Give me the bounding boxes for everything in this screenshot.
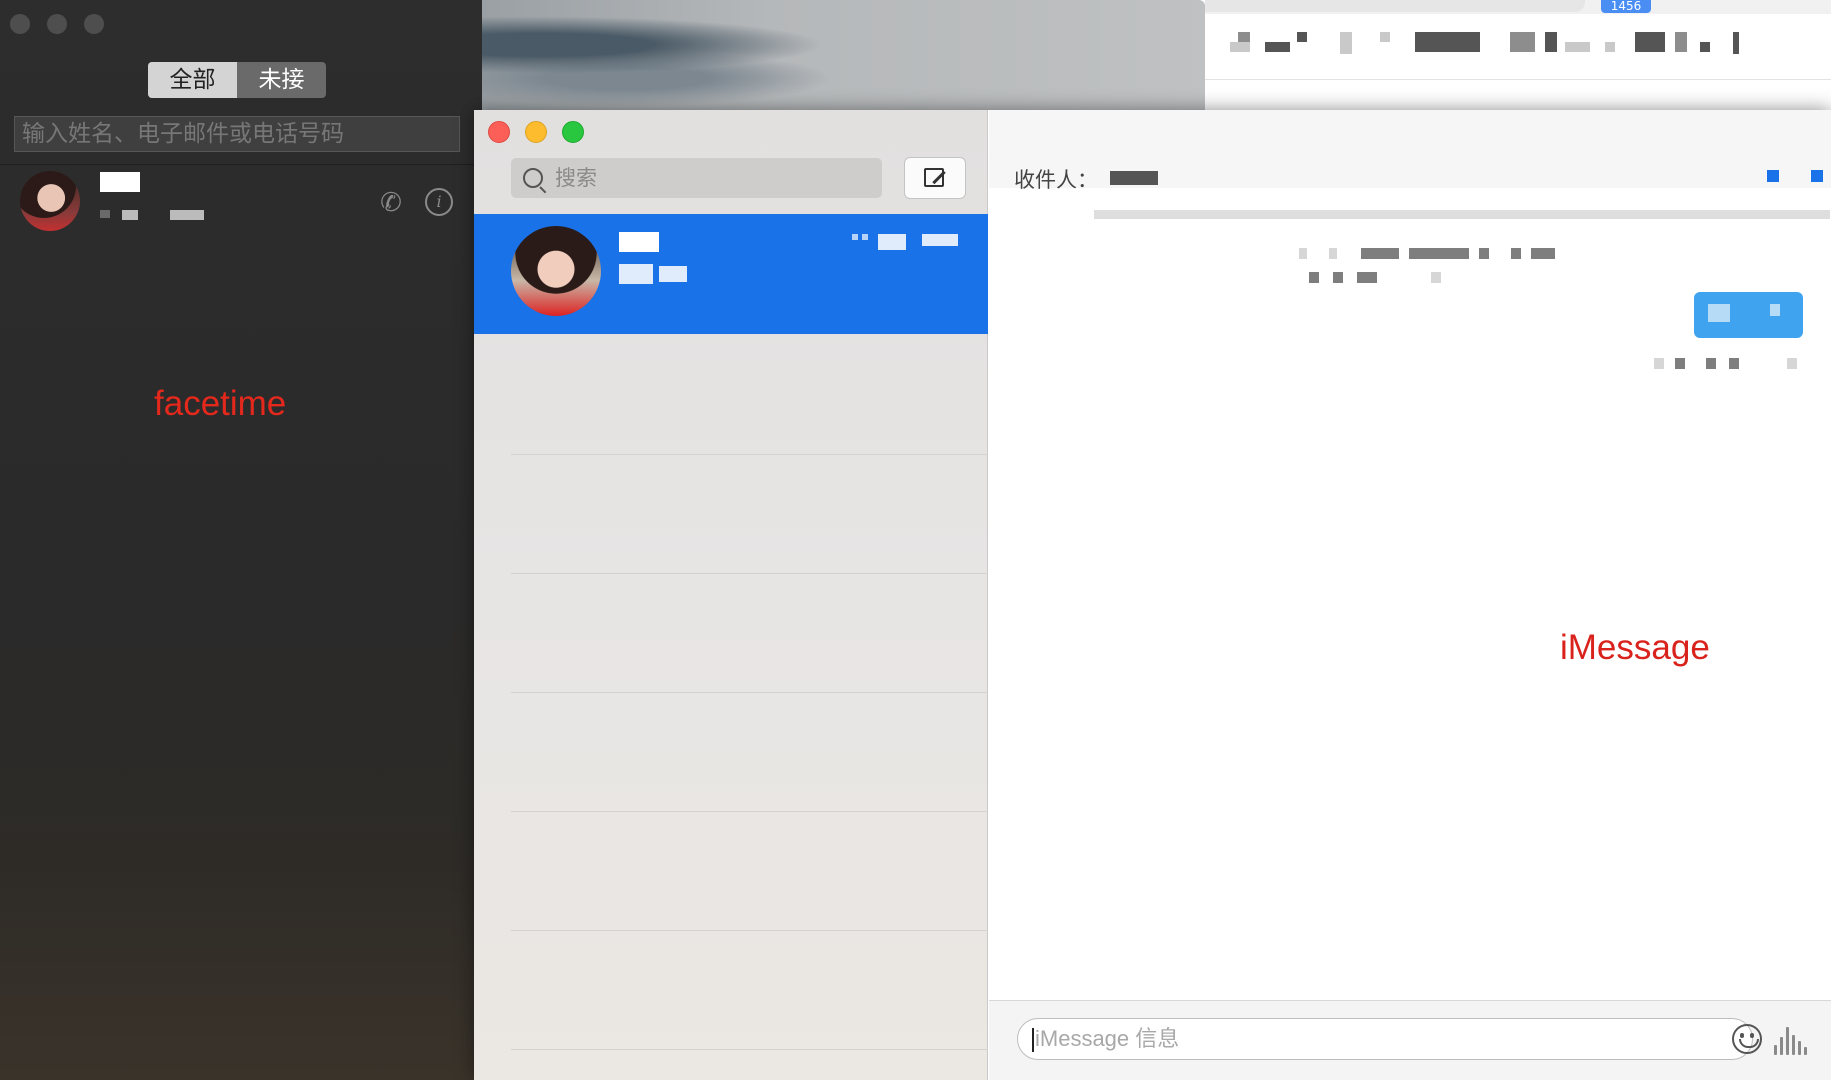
search-icon [523,168,543,188]
recipient-header: 收件人： [989,110,1831,192]
tab-all[interactable]: 全部 [148,62,237,98]
conversation-item-selected[interactable] [474,214,988,334]
background-browser-window: 1456 [1205,0,1831,110]
notification-badge: 1456 [1601,0,1651,13]
recipient-redacted [1110,171,1158,185]
facetime-minimize-button[interactable] [47,14,67,34]
contact-name-redacted [100,172,140,192]
facetime-annotation: facetime [154,384,287,423]
imessage-annotation: iMessage [1560,628,1710,667]
conversation-sidebar: 搜索 [474,110,988,1080]
browser-address-bar[interactable] [1205,0,1585,12]
recipient-label: 收件人： [1014,168,1098,192]
phone-icon[interactable]: ✆ [376,188,406,218]
details-button[interactable] [1811,170,1823,182]
search-input[interactable]: 搜索 [511,158,882,198]
info-icon[interactable]: i [425,188,453,216]
facetime-close-button[interactable] [10,14,30,34]
compose-icon [924,168,944,187]
zoom-button[interactable] [562,121,584,143]
conversation-name-redacted [619,232,659,252]
text-caret [1032,1028,1034,1052]
new-message-button[interactable] [904,157,966,199]
close-button[interactable] [488,121,510,143]
facetime-window: 全部 未接 输入姓名、电子邮件或电话号码 ✆ i facetime [0,0,482,1080]
facetime-search-input[interactable]: 输入姓名、电子邮件或电话号码 [14,116,460,152]
messages-window: 搜索 收件人： iMessage iMessage 信息 [474,110,1831,1080]
sent-message-bubble[interactable] [1694,292,1803,338]
call-filter-segmented-control: 全部 未接 [148,62,326,98]
minimize-button[interactable] [525,121,547,143]
recent-call-item[interactable]: ✆ i [0,166,482,238]
message-input-placeholder: iMessage 信息 [1035,1026,1180,1051]
call-button[interactable] [1767,170,1779,182]
header-divider [1094,210,1830,219]
facetime-zoom-button[interactable] [84,14,104,34]
emoji-icon[interactable] [1732,1024,1762,1054]
avatar [511,226,601,316]
message-input[interactable]: iMessage 信息 [1017,1018,1762,1060]
audio-message-icon[interactable] [1774,1027,1808,1055]
tab-missed[interactable]: 未接 [237,62,326,98]
search-placeholder: 搜索 [555,166,597,190]
bookmarks-bar [1220,28,1820,62]
chat-transcript: iMessage [989,220,1831,1000]
background-photo [482,0,1205,112]
compose-bar: iMessage 信息 [989,1000,1831,1080]
avatar [20,171,80,231]
